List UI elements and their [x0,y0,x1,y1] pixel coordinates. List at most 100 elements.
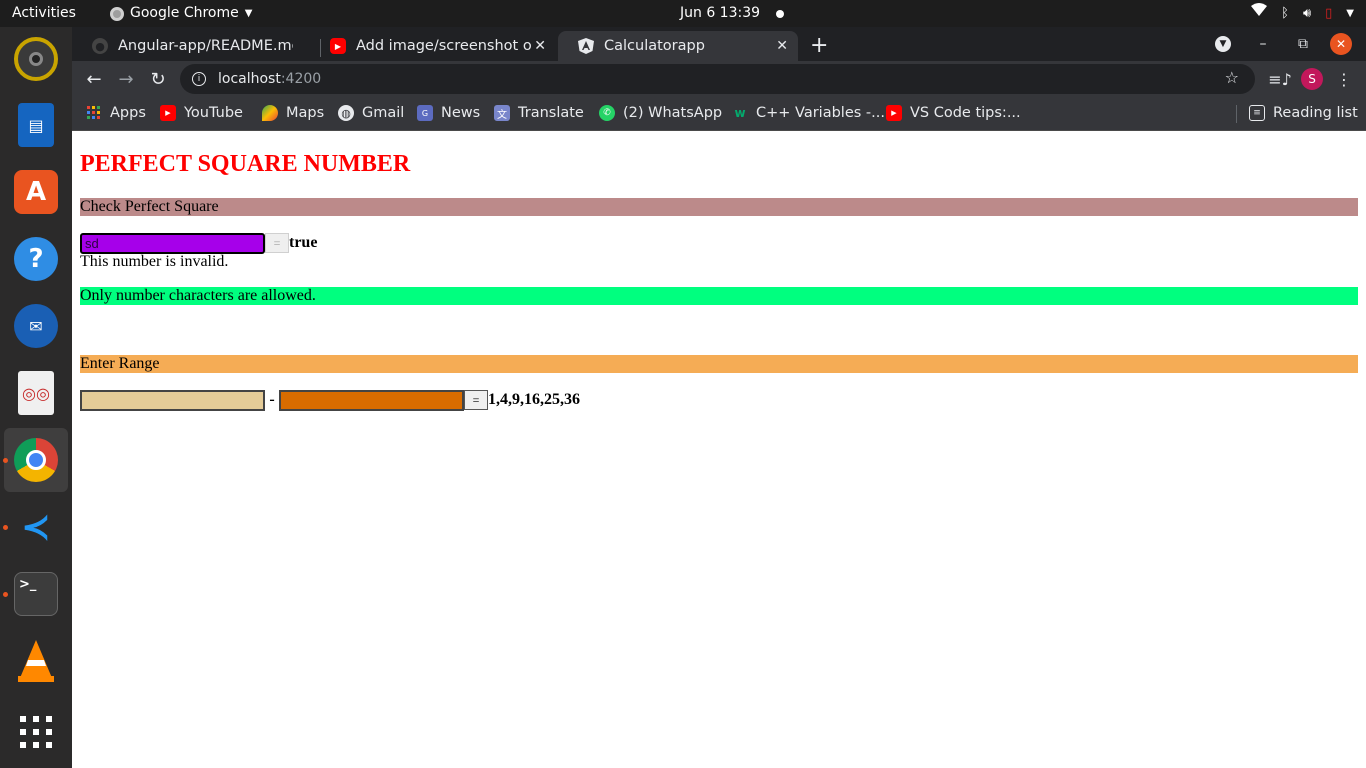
check-row: = true [80,232,317,254]
bookmark-label: Maps [286,105,325,121]
minimize-button[interactable]: – [1252,33,1274,55]
software-icon: A [14,170,58,214]
bookmark-whatsapp[interactable]: ✆ (2) WhatsApp [599,97,722,129]
bookmark-vscode-tips[interactable]: ▶ VS Code tips:... [886,97,1021,129]
reading-list-icon: ≡ [1249,105,1265,121]
back-button[interactable]: ← [80,65,108,93]
bookmark-label: Apps [110,105,146,121]
tab-readme[interactable]: ● Angular-app/README.md [72,31,317,61]
volume-icon: 🔊︎ [1302,6,1312,21]
media-control-icon[interactable]: ≡♪ [1268,65,1292,93]
vlc-icon [14,639,58,683]
number-input[interactable] [80,232,265,254]
close-icon[interactable]: ✕ [776,38,788,54]
help-icon: ? [14,237,58,281]
range-equals-button[interactable]: = [464,390,488,410]
show-apps-icon [14,710,58,754]
dock-thunderbird[interactable]: ✉ [4,294,68,358]
app-menu[interactable]: Google Chrome ▼ [110,0,252,27]
battery-icon: ▯ [1325,6,1333,21]
bookmark-separator [1236,105,1237,123]
dock-writer[interactable]: ▤ [4,93,68,157]
url-host: localhost [218,71,281,87]
dock-software[interactable]: A [4,160,68,224]
range-result: 1,4,9,16,25,36 [488,391,580,408]
tab-title: Add image/screenshot of [356,38,531,54]
w3schools-icon: w [734,106,746,120]
rhythmbox-icon [14,37,58,81]
dock-vscode[interactable]: ≺ [3,495,68,559]
youtube-icon: ▶ [160,105,176,121]
writer-icon: ▤ [18,103,54,147]
bookmark-label: (2) WhatsApp [623,105,723,121]
vscode-icon: ≺ [20,506,52,548]
range-from-input[interactable] [80,389,265,411]
globe-icon: ◍ [338,105,354,121]
bookmark-apps[interactable]: Apps [86,97,146,129]
page-title: PERFECT SQUARE NUMBER [80,151,411,177]
forward-button[interactable]: → [112,65,140,93]
bluetooth-icon: ᛒ [1281,6,1289,21]
bookmark-label: Translate [518,105,584,121]
dock-document-viewer[interactable]: ◎◎ [4,361,68,425]
bookmark-maps[interactable]: Maps [262,97,324,129]
github-icon: ● [92,38,108,54]
news-icon: G [417,105,433,121]
bookmark-youtube[interactable]: ▶ YouTube [160,97,243,129]
dock-rhythmbox[interactable] [4,27,68,91]
system-top-bar: Activities Google Chrome ▼ Jun 6 13:39 ᛒ… [0,0,1366,27]
url-port: :4200 [280,71,322,87]
app-menu-label: Google Chrome [130,5,239,21]
bookmark-cpp-variables[interactable]: w C++ Variables -... [732,97,885,129]
dock-help[interactable]: ? [4,227,68,291]
bookmark-label: News [441,105,481,121]
close-window-button[interactable]: ✕ [1330,33,1352,55]
youtube-icon: ▶ [886,105,902,121]
bookmark-translate[interactable]: 文 Translate [494,97,584,129]
tab-title: Angular-app/README.md [118,38,293,54]
apps-grid-icon [86,105,102,121]
dock-chrome[interactable] [3,428,68,492]
tab-strip: ● Angular-app/README.md ▶ Add image/scre… [72,27,1366,61]
system-tray[interactable]: ᛒ 🔊︎ ▯ ▼ [1251,0,1354,27]
chrome-icon [14,438,58,482]
menu-kebab-icon[interactable]: ⋮ [1334,65,1354,93]
maximize-button[interactable]: ⧉ [1292,33,1314,55]
bookmark-gmail[interactable]: ◍ Gmail [338,97,404,129]
clock[interactable]: Jun 6 13:39 [680,0,785,27]
check-equals-button[interactable]: = [265,233,289,253]
bookmark-label: YouTube [184,105,243,121]
tab-youtube[interactable]: ▶ Add image/screenshot of ✕ [310,31,556,61]
bookmarks-bar: Apps ▶ YouTube Maps ◍ Gmail G News 文 Tra… [72,97,1366,131]
profile-button[interactable]: S [1300,65,1324,93]
close-icon[interactable]: ✕ [534,38,546,54]
address-bar[interactable]: i localhost:4200 ☆ [180,64,1255,94]
reload-button[interactable]: ↻ [144,65,172,93]
reading-list-button[interactable]: ≡ Reading list [1249,97,1358,129]
document-viewer-icon: ◎◎ [18,371,54,415]
range-to-input[interactable] [279,389,464,411]
running-indicator [3,592,8,597]
dock-vlc[interactable] [4,629,68,693]
tab-title: Calculatorapp [604,38,705,54]
chevron-down-icon: ▼ [1346,8,1354,19]
bookmark-news[interactable]: G News [417,97,480,129]
site-info-icon[interactable]: i [192,72,206,86]
maps-icon [262,105,278,121]
activities-button[interactable]: Activities [12,0,76,27]
bookmark-label: Gmail [362,105,405,121]
bookmark-label: VS Code tips:... [910,105,1021,121]
tab-calculatorapp[interactable]: Calculatorapp ✕ [558,31,798,61]
new-tab-button[interactable]: + [810,33,828,58]
thunderbird-icon: ✉ [14,304,58,348]
check-result: true [289,234,318,251]
running-indicator [3,458,8,463]
tab-search-button[interactable]: ▼ [1212,33,1234,55]
dock-terminal[interactable]: >_ [3,562,68,626]
dock-show-apps[interactable] [4,700,68,764]
validation-notice: Only number characters are allowed. [80,287,1358,305]
running-indicator [3,525,8,530]
clock-label: Jun 6 13:39 [680,5,761,21]
range-section-header: Enter Range [80,355,1358,373]
bookmark-star-icon[interactable]: ☆ [1225,68,1239,87]
